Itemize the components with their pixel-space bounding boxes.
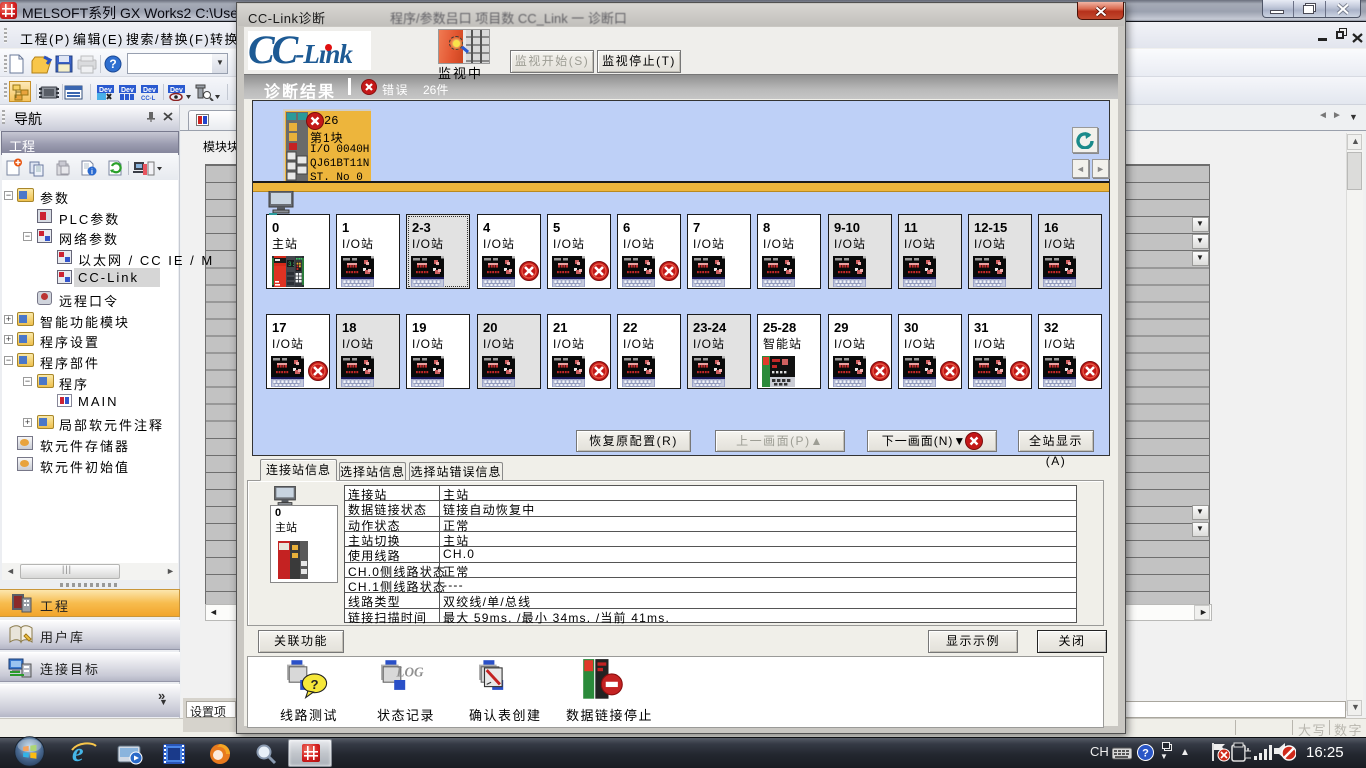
- svg-text:Dev: Dev: [121, 87, 134, 94]
- svg-text:?: ?: [1142, 748, 1149, 760]
- svg-text:?: ?: [310, 677, 318, 692]
- svg-text:CC-L: CC-L: [141, 96, 156, 101]
- svg-text:LOG: LOG: [395, 665, 424, 680]
- svg-text:i: i: [91, 169, 93, 176]
- svg-text:Dev: Dev: [143, 87, 156, 94]
- svg-text:?: ?: [109, 57, 116, 71]
- svg-text:Dev: Dev: [99, 87, 112, 94]
